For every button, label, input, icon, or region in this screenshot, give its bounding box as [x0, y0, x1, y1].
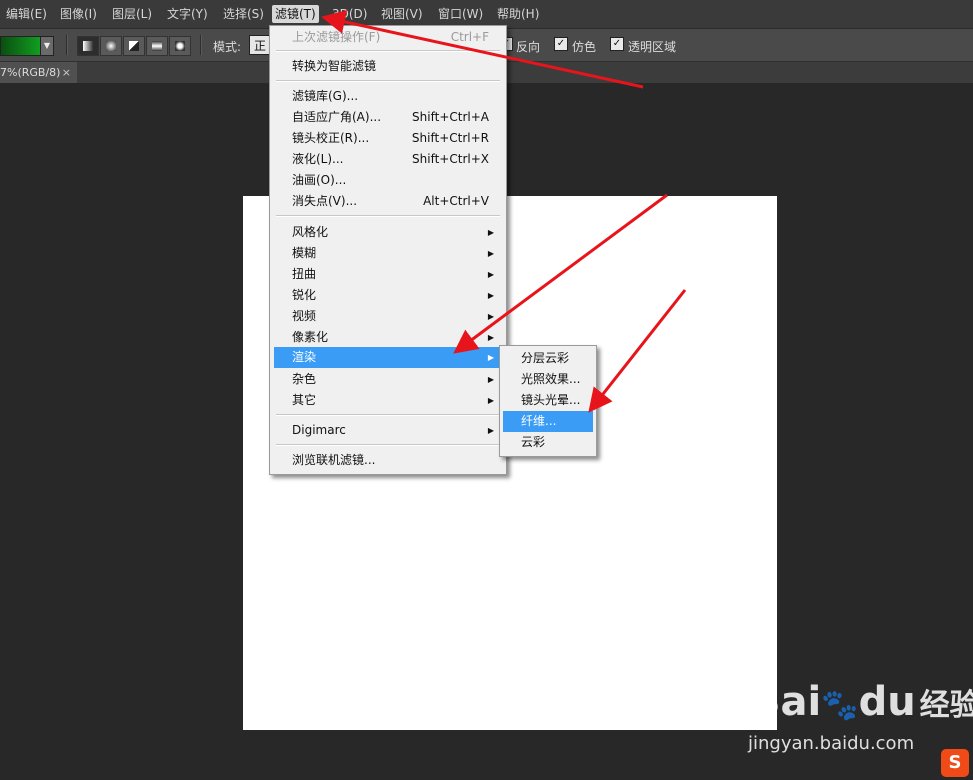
paw-icon: 🐾: [821, 688, 859, 723]
arrow-to-render-item: [453, 193, 668, 354]
baidu-watermark-logo: Bai🐾du 经验: [750, 679, 973, 725]
annotation-arrows: [321, 10, 687, 413]
sogou-icon[interactable]: S: [941, 749, 969, 777]
arrow-to-filter-menu: [321, 10, 644, 89]
arrow-to-fibers-item: [588, 289, 687, 413]
watermark-url: jingyan.baidu.com: [748, 733, 915, 754]
